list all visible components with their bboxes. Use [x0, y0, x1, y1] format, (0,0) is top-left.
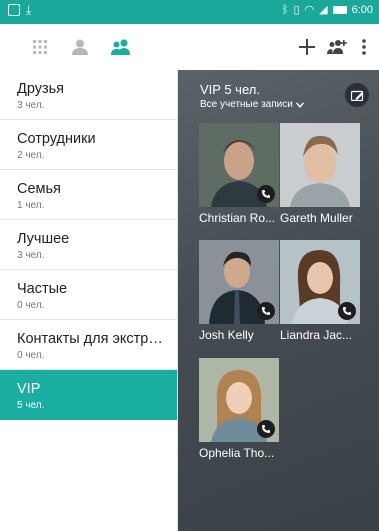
group-name: Семья [17, 181, 61, 197]
group-count: 3 чел. [17, 100, 45, 111]
group-name: Контакты для экстрен... [17, 331, 169, 347]
group-count: 0 чел. [17, 300, 45, 311]
signal-icon: ◢ [319, 4, 328, 16]
group-item[interactable]: Контакты для экстрен... 0 чел. [0, 320, 177, 370]
chevron-down-icon [295, 101, 304, 108]
contact-card[interactable]: Josh Kelly [199, 240, 279, 342]
account-filter-label: Все учетные записи [200, 99, 293, 110]
dialpad-grid-icon[interactable] [29, 36, 51, 58]
group-count: 1 чел. [17, 200, 45, 211]
app-bar [0, 24, 379, 70]
group-name: Сотрудники [17, 131, 96, 147]
contact-photo [199, 358, 279, 442]
contact-name: Josh Kelly [199, 328, 254, 342]
bluetooth-icon: ᛒ [281, 4, 289, 16]
battery-icon [332, 6, 347, 14]
vibrate-icon: ▯ [293, 4, 300, 16]
more-icon[interactable] [358, 35, 370, 59]
group-name: Лучшее [17, 231, 70, 247]
contact-photo [199, 123, 279, 207]
edit-group-button[interactable] [345, 83, 369, 107]
phone-icon [262, 425, 270, 433]
group-detail-panel: VIP 5 чел. Все учетные записи Christian … [178, 70, 379, 531]
group-item-selected[interactable]: VIP 5 чел. [0, 370, 177, 420]
edit-group-icon [350, 90, 363, 101]
contact-name: Gareth Muller [280, 211, 353, 225]
phone-icon [343, 307, 351, 315]
wifi-icon: ◠ [304, 4, 315, 16]
add-group-icon[interactable] [325, 35, 349, 59]
group-name: VIP [17, 381, 41, 397]
groups-icon[interactable] [110, 36, 132, 58]
group-detail-title: VIP 5 чел. [200, 82, 260, 97]
group-count: 0 чел. [17, 350, 45, 361]
contact-card[interactable]: Ophelia Tho... [199, 358, 279, 460]
contact-name: Liandra Jac... [280, 328, 353, 342]
group-name: Друзья [17, 81, 65, 97]
contact-person-icon[interactable] [69, 36, 91, 58]
phone-icon [262, 190, 270, 198]
call-button[interactable] [257, 420, 275, 438]
phone-icon [262, 307, 270, 315]
group-item[interactable]: Сотрудники 2 чел. [0, 120, 177, 170]
contact-photo [199, 240, 279, 324]
group-item[interactable]: Частые 0 чел. [0, 270, 177, 320]
contact-photo [280, 240, 360, 324]
group-item[interactable]: Друзья 3 чел. [0, 70, 177, 120]
account-filter-dropdown[interactable]: Все учетные записи [200, 99, 304, 110]
contact-card[interactable]: Gareth Muller [280, 123, 360, 225]
status-bar: ⤓ ᛒ ▯ ◠ ◢ 6:00 [0, 0, 379, 24]
status-time: 6:00 [351, 4, 373, 16]
call-button[interactable] [257, 302, 275, 320]
group-list: Друзья 3 чел. Сотрудники 2 чел. Семья 1 … [0, 70, 178, 531]
group-name: Частые [17, 281, 68, 297]
contact-card[interactable]: Liandra Jac... [280, 240, 360, 342]
contact-card[interactable]: Christian Ro... [199, 123, 279, 225]
group-count: 2 чел. [17, 150, 45, 161]
download-icon: ⤓ [26, 3, 32, 17]
call-button[interactable] [338, 302, 356, 320]
notification-icon [8, 4, 20, 16]
contact-name: Ophelia Tho... [199, 446, 275, 460]
group-count: 5 чел. [17, 400, 45, 411]
contact-name: Christian Ro... [199, 211, 276, 225]
group-count: 3 чел. [17, 250, 45, 261]
group-item[interactable]: Лучшее 3 чел. [0, 220, 177, 270]
group-item[interactable]: Семья 1 чел. [0, 170, 177, 220]
add-icon[interactable] [296, 35, 318, 59]
contact-photo [280, 123, 360, 207]
call-button[interactable] [257, 185, 275, 203]
